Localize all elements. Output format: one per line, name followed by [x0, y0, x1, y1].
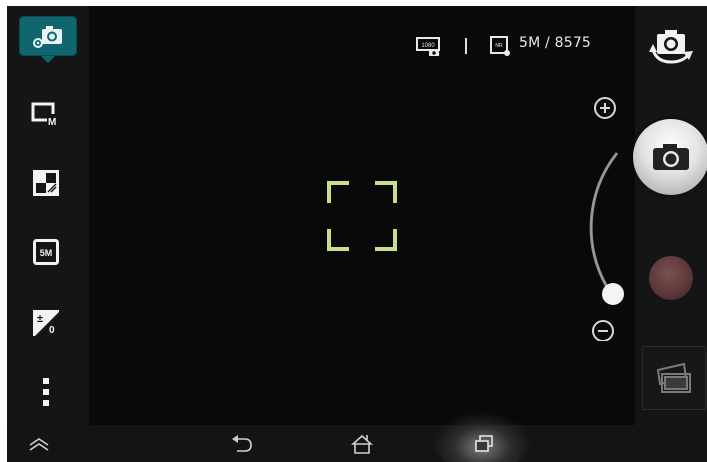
status-divider	[465, 38, 467, 54]
home-button[interactable]	[347, 430, 377, 458]
home-icon	[351, 434, 373, 454]
shutter-button[interactable]	[633, 119, 707, 195]
resolution-label: 5M	[40, 248, 53, 258]
settings-rail: M 5M ± 0	[7, 6, 89, 425]
record-video-button[interactable]	[649, 256, 693, 300]
resolution-remaining-text: 5M / 8575	[519, 35, 592, 51]
capture-rail	[633, 6, 707, 425]
camera-screen: M 5M ± 0 1080 NR 5M / 8575	[7, 6, 707, 462]
metering-mode-icon: M	[31, 102, 59, 127]
white-balance-button[interactable]	[30, 167, 62, 199]
recent-apps-icon	[475, 435, 493, 452]
exposure-compensation-icon	[33, 170, 59, 196]
recent-apps-button[interactable]	[469, 430, 499, 458]
zoom-out-icon[interactable]	[592, 320, 614, 342]
viewfinder[interactable]: 1080 NR 5M / 8575	[89, 6, 635, 425]
back-button[interactable]	[227, 430, 257, 458]
zoom-slider-thumb[interactable]	[602, 283, 624, 305]
system-nav-bar	[7, 411, 707, 462]
more-button[interactable]	[30, 376, 62, 408]
back-icon	[232, 435, 252, 452]
ev-plus-minus: ±	[37, 313, 43, 325]
gallery-button[interactable]	[642, 346, 706, 410]
metering-button[interactable]: M	[30, 98, 62, 130]
camera-mode-button[interactable]	[19, 16, 77, 63]
exposure-button[interactable]: ± 0	[30, 307, 62, 339]
zoom-in-icon[interactable]	[594, 97, 616, 119]
resolution-icon: 5M	[33, 239, 59, 265]
zoom-control[interactable]	[559, 91, 639, 342]
ev-icon: ± 0	[33, 310, 59, 336]
switch-camera-button[interactable]	[647, 28, 695, 68]
video-quality-badge: 1080	[421, 43, 435, 49]
more-vertical-icon	[43, 378, 49, 406]
camera-shutter-icon	[653, 144, 689, 170]
metering-badge: M	[48, 117, 56, 127]
switch-camera-icon	[649, 30, 693, 64]
video-quality-icon: 1080	[416, 37, 440, 56]
photo-badge: NR	[495, 43, 503, 49]
collapse-button[interactable]	[24, 430, 54, 458]
ev-zero: 0	[49, 325, 55, 336]
resolution-button[interactable]: 5M	[30, 236, 62, 268]
status-bar: 1080 NR 5M / 8575	[415, 34, 591, 58]
photo-size-icon: NR	[490, 36, 510, 56]
gallery-icon	[656, 362, 691, 393]
collapse-up-icon	[29, 438, 49, 451]
focus-frame	[327, 181, 397, 251]
camera-settings-icon	[33, 26, 62, 48]
